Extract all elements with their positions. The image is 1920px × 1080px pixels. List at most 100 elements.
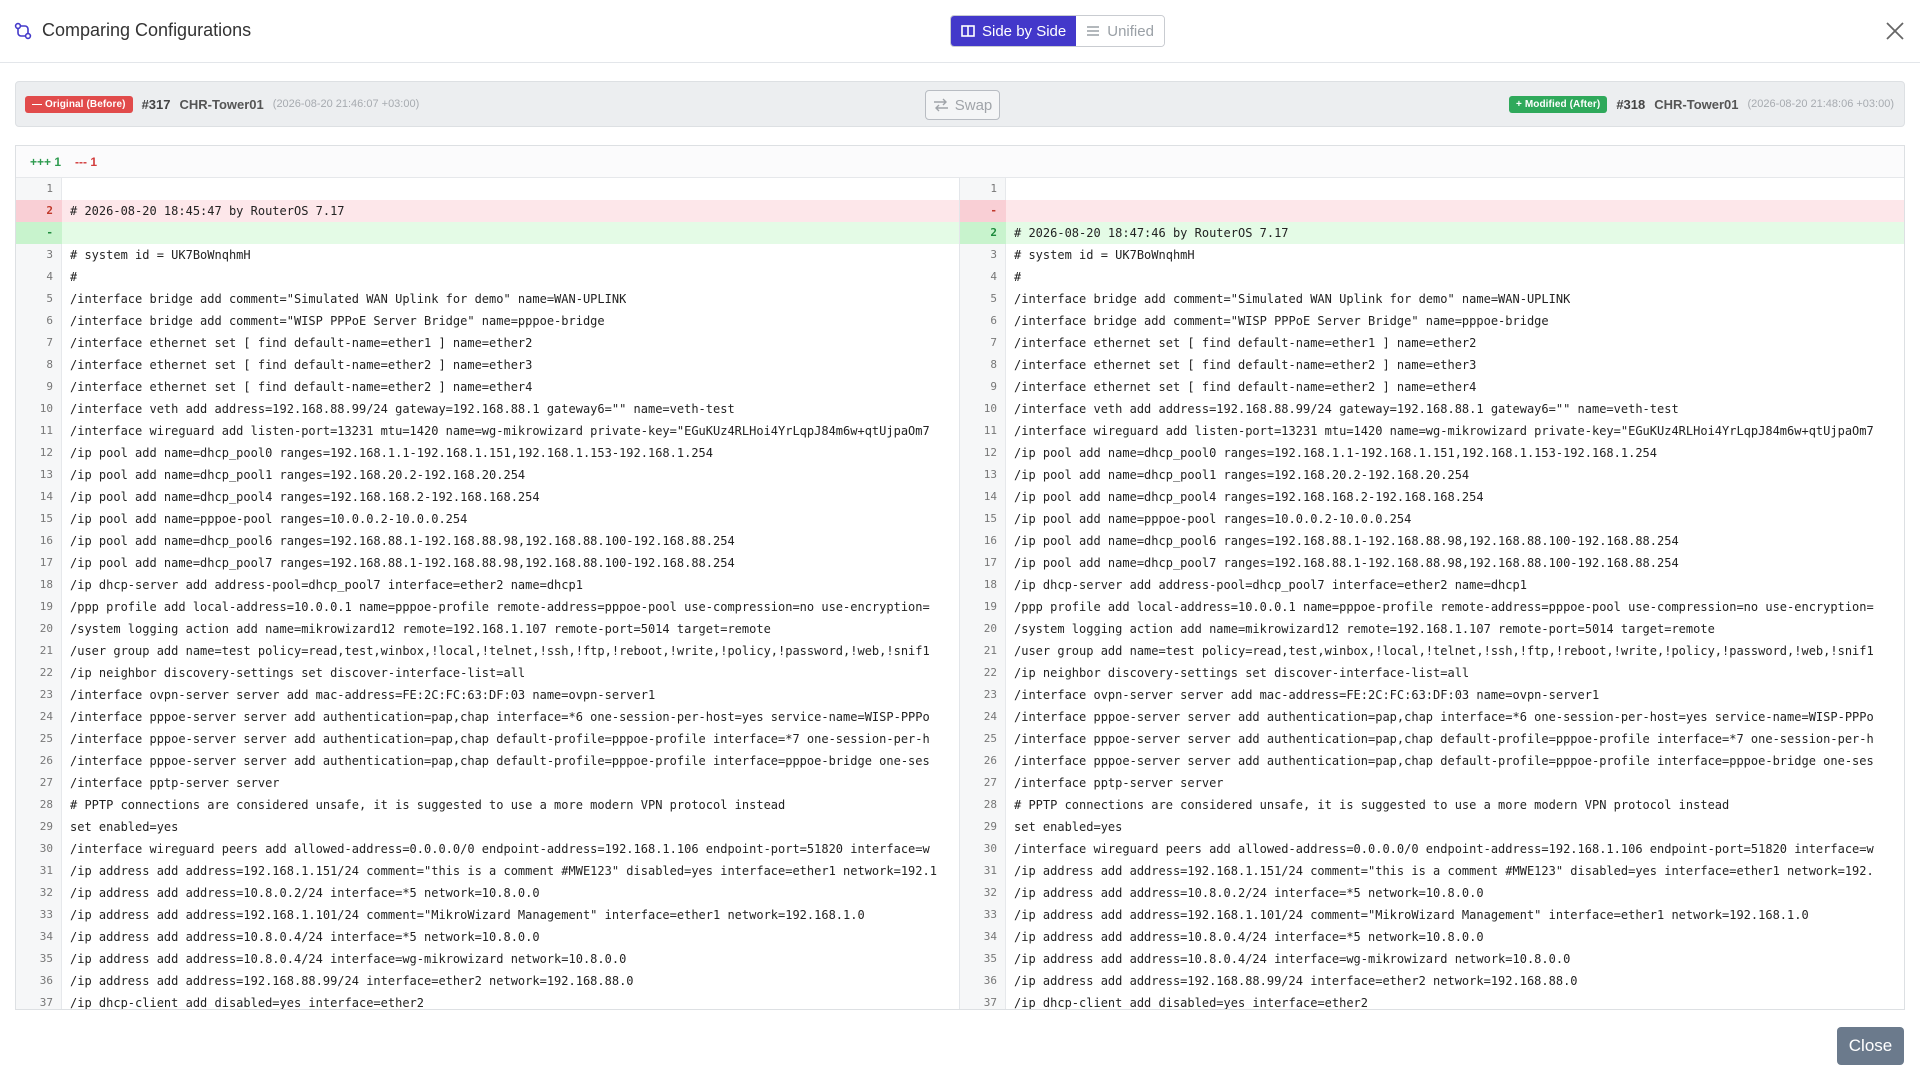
modified-pane[interactable]: 1 -2 # 2026-08-20 18:47:46 by RouterOS 7.1…: [960, 178, 1904, 1009]
side-by-side-button[interactable]: Side by Side: [951, 16, 1077, 46]
line-code: /ip address add address=192.168.1.151/24…: [70, 864, 937, 878]
line-code: set enabled=yes: [1014, 820, 1123, 834]
original-badge: — Original (Before): [25, 95, 133, 113]
modified-badge: + Modified (After): [1509, 95, 1608, 113]
line-number: 28: [39, 798, 53, 811]
line-code: /ip address add address=10.8.0.4/24 inte…: [1014, 952, 1571, 966]
line-number: 25: [39, 732, 53, 745]
line-number: 33: [39, 908, 53, 921]
line-code: /ip neighbor discovery-settings set disc…: [70, 666, 526, 680]
view-mode-toggle: Side by Side Unified: [950, 15, 1165, 47]
line-number: 2: [960, 222, 1006, 244]
line-number: 8: [46, 358, 53, 371]
line-code: /interface pppoe-server server add authe…: [70, 732, 930, 746]
line-number: 13: [39, 468, 53, 481]
line-number: 26: [983, 754, 997, 767]
original-info: — Original (Before) #317 CHR-Tower01 (20…: [25, 82, 419, 126]
line-code: /ip pool add name=dhcp_pool6 ranges=192.…: [1014, 534, 1679, 548]
diff-line: 3 # system id = UK7BoWnqhmH: [16, 244, 959, 266]
list-icon: [1087, 26, 1100, 36]
line-code: /ip pool add name=dhcp_pool1 ranges=192.…: [1014, 468, 1470, 482]
line-code: /ip address add address=192.168.1.101/24…: [1014, 908, 1809, 922]
line-code: /interface ethernet set [ find default-n…: [1014, 336, 1477, 350]
diff-line: 1: [16, 178, 959, 200]
line-number: 22: [983, 666, 997, 679]
line-number: 11: [39, 424, 53, 437]
diff-line: 5/interface bridge add comment="Simulate…: [960, 288, 1904, 310]
diff-line: 24/interface pppoe-server server add aut…: [16, 706, 959, 728]
diff-line: 12/ip pool add name=dhcp_pool0 ranges=19…: [16, 442, 959, 464]
line-code: # system id = UK7BoWnqhmH: [1014, 248, 1195, 262]
line-number: 14: [983, 490, 997, 503]
line-code: /ip address add address=10.8.0.4/24 inte…: [70, 930, 540, 944]
line-number: 28: [983, 798, 997, 811]
line-code: /interface pppoe-server server add authe…: [1014, 710, 1874, 724]
diff-line: 31/ip address add address=192.168.1.151/…: [16, 860, 959, 882]
line-code: /user group add name=test policy=read,te…: [70, 644, 930, 658]
line-number: 19: [39, 600, 53, 613]
diff-line: 6/interface bridge add comment="WISP PPP…: [960, 310, 1904, 332]
line-code: /interface pppoe-server server add authe…: [1014, 732, 1874, 746]
line-code: # 2026-08-20 18:45:47 by RouterOS 7.17: [70, 204, 345, 218]
line-code: /interface bridge add comment="Simulated…: [70, 292, 627, 306]
line-number: 1: [990, 182, 997, 195]
diff-line: 2 # 2026-08-20 18:45:47 by RouterOS 7.17: [16, 200, 959, 222]
line-number: 27: [983, 776, 997, 789]
line-number: 35: [39, 952, 53, 965]
close-button[interactable]: Close: [1837, 1027, 1904, 1065]
diff-line: 37/ip dhcp-client add disabled=yes inter…: [960, 992, 1904, 1009]
line-code: #: [70, 270, 78, 284]
line-code: /interface wireguard add listen-port=132…: [70, 424, 930, 438]
diff-line: 29 set enabled=yes: [16, 816, 959, 838]
line-code: /ip dhcp-server add address-pool=dhcp_po…: [70, 578, 583, 592]
close-icon[interactable]: [1884, 20, 1906, 42]
unified-button[interactable]: Unified: [1076, 16, 1164, 46]
line-number: 36: [39, 974, 53, 987]
line-number: 23: [983, 688, 997, 701]
line-number: 31: [39, 864, 53, 877]
line-code: /ip neighbor discovery-settings set disc…: [1014, 666, 1470, 680]
line-code: /ip pool add name=pppoe-pool ranges=10.0…: [1014, 512, 1412, 526]
diff-line: 3 # system id = UK7BoWnqhmH: [960, 244, 1904, 266]
line-number: 15: [983, 512, 997, 525]
line-number: 6: [46, 314, 53, 327]
line-number: 11: [983, 424, 997, 437]
line-number: 31: [983, 864, 997, 877]
line-code: # system id = UK7BoWnqhmH: [70, 248, 251, 262]
line-code: /interface ethernet set [ find default-n…: [70, 358, 533, 372]
diff-line: 9/interface ethernet set [ find default-…: [16, 376, 959, 398]
line-number: 8: [990, 358, 997, 371]
diff-line: 19/ppp profile add local-address=10.0.0.…: [960, 596, 1904, 618]
diff-line: 12/ip pool add name=dhcp_pool0 ranges=19…: [960, 442, 1904, 464]
diff-line: 37/ip dhcp-client add disabled=yes inter…: [16, 992, 959, 1009]
line-number: 6: [990, 314, 997, 327]
line-code: /ip pool add name=dhcp_pool6 ranges=192.…: [70, 534, 735, 548]
line-number: -: [16, 222, 62, 244]
diff-line: 27/interface pptp-server server: [960, 772, 1904, 794]
diff-line: 27/interface pptp-server server: [16, 772, 959, 794]
line-number: 17: [39, 556, 53, 569]
diff-line: 21/user group add name=test policy=read,…: [960, 640, 1904, 662]
line-number: 32: [39, 886, 53, 899]
line-number: 18: [983, 578, 997, 591]
line-code: /system logging action add name=mikrowiz…: [70, 622, 771, 636]
line-number: 1: [46, 182, 53, 195]
modified-id: #318: [1616, 96, 1646, 112]
original-pane[interactable]: 1 2 # 2026-08-20 18:45:47 by RouterOS 7.17…: [16, 178, 960, 1009]
diff-line: 4 #: [960, 266, 1904, 288]
line-number: -: [960, 200, 1006, 222]
line-code: /interface wireguard peers add allowed-a…: [1014, 842, 1874, 856]
diff-line: 4 #: [16, 266, 959, 288]
diff-line: 31/ip address add address=192.168.1.151/…: [960, 860, 1904, 882]
columns-icon: [961, 25, 975, 37]
diff-line: 13/ip pool add name=dhcp_pool1 ranges=19…: [16, 464, 959, 486]
line-number: 4: [990, 270, 997, 283]
line-number: 16: [39, 534, 53, 547]
compare-icon: [14, 22, 32, 39]
line-number: 21: [983, 644, 997, 657]
line-number: 24: [983, 710, 997, 723]
line-code: /ppp profile add local-address=10.0.0.1 …: [1014, 600, 1874, 614]
swap-button[interactable]: Swap: [925, 90, 1000, 120]
